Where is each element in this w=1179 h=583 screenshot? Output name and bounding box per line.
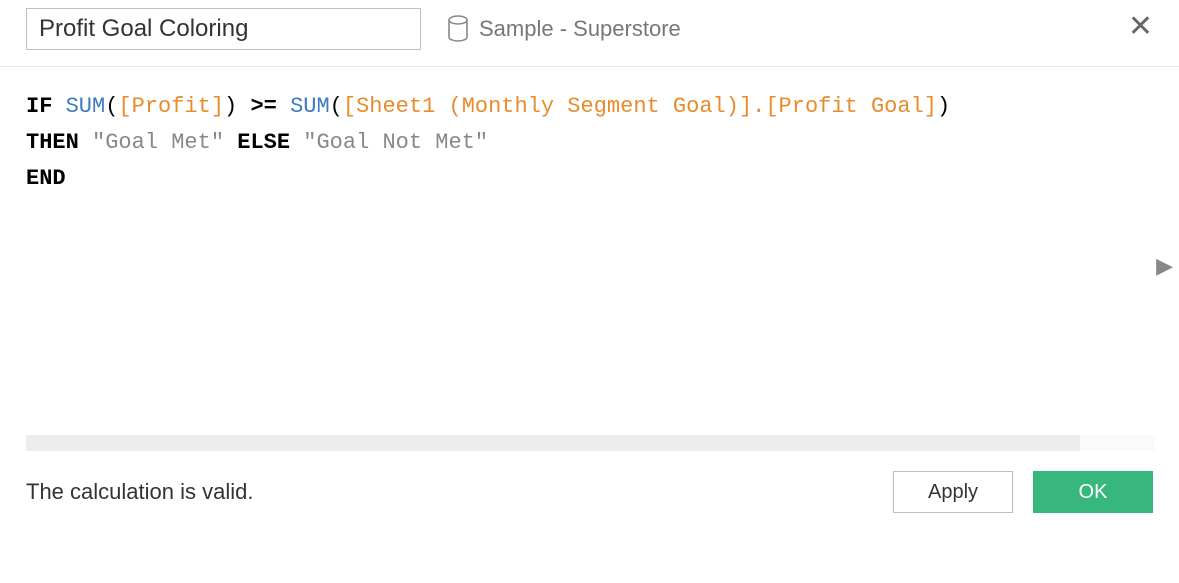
- formula-token-str: "Goal Not Met": [303, 130, 488, 155]
- formula-token-pun: [237, 94, 250, 119]
- validation-status: The calculation is valid.: [26, 479, 873, 505]
- formula-token-pun: [79, 130, 92, 155]
- formula-token-pun: [277, 94, 290, 119]
- formula-token-pun: [290, 130, 303, 155]
- formula-token-pun: ): [224, 94, 237, 119]
- calculation-name-input[interactable]: [26, 8, 421, 50]
- formula-token-kw: END: [26, 166, 66, 191]
- ok-button[interactable]: OK: [1033, 471, 1153, 513]
- formula-token-pun: (: [105, 94, 118, 119]
- formula-token-pun: ): [937, 94, 950, 119]
- formula-token-kw: THEN: [26, 130, 79, 155]
- data-source-label[interactable]: Sample - Superstore: [447, 15, 681, 43]
- formula-token-str: "Goal Met": [92, 130, 224, 155]
- formula-token-fn: SUM: [66, 94, 106, 119]
- database-icon: [447, 15, 469, 43]
- formula-token-pun-bold: >=: [250, 94, 276, 119]
- formula-token-fld: [Profit]: [118, 94, 224, 119]
- formula-token-kw: ELSE: [237, 130, 290, 155]
- formula-token-kw: IF: [26, 94, 52, 119]
- dialog-header: Sample - Superstore ✕: [0, 0, 1179, 50]
- formula-editor[interactable]: IF SUM([Profit]) >= SUM([Sheet1 (Monthly…: [0, 67, 1179, 435]
- horizontal-scrollbar[interactable]: [26, 435, 1155, 451]
- close-button[interactable]: ✕: [1128, 12, 1153, 42]
- formula-token-fld: [Sheet1 (Monthly Segment Goal)].[Profit …: [343, 94, 937, 119]
- formula-token-pun: [224, 130, 237, 155]
- dialog-footer: The calculation is valid. Apply OK: [0, 451, 1179, 513]
- formula-token-pun: (: [330, 94, 343, 119]
- data-source-name: Sample - Superstore: [479, 16, 681, 42]
- formula-editor-wrapper: IF SUM([Profit]) >= SUM([Sheet1 (Monthly…: [0, 67, 1179, 435]
- apply-button[interactable]: Apply: [893, 471, 1013, 513]
- scrollbar-thumb[interactable]: [1080, 435, 1155, 451]
- formula-token-fn: SUM: [290, 94, 330, 119]
- formula-token-pun: [52, 94, 65, 119]
- expand-panel-button[interactable]: ▶: [1156, 253, 1173, 279]
